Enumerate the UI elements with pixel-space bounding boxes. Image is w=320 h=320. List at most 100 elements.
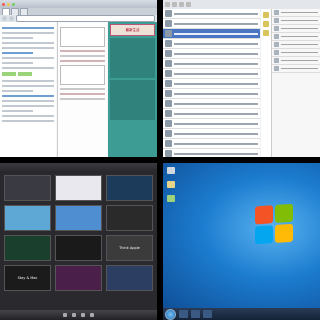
tweet-row[interactable]: [163, 99, 260, 109]
start-button[interactable]: [165, 308, 176, 320]
browser-tab[interactable]: [2, 8, 10, 15]
tweet-row[interactable]: [163, 149, 260, 157]
browser-tab[interactable]: [11, 8, 19, 15]
taskbar-app-icon[interactable]: [191, 310, 200, 318]
wallpaper-grid: Think Apple Stay & Mac: [4, 175, 153, 291]
browser-pane: 最新生活: [0, 0, 157, 157]
star-icon[interactable]: [263, 21, 269, 27]
toolbar-icon[interactable]: [72, 313, 76, 317]
picker-titlebar: [0, 163, 157, 173]
windows-logo: [255, 203, 295, 247]
info-box: [60, 65, 105, 85]
tweet-row[interactable]: [163, 109, 260, 119]
list-item[interactable]: [272, 65, 320, 73]
avatar: [165, 120, 172, 127]
avatar: [165, 110, 172, 117]
toolbar-icon[interactable]: [186, 2, 191, 7]
list-item[interactable]: [272, 49, 320, 57]
sidebar-panel: [110, 80, 155, 120]
taskbar: [163, 308, 320, 320]
tweet-row[interactable]: [163, 59, 260, 69]
list-item[interactable]: [272, 9, 320, 17]
tweet-row[interactable]: [163, 69, 260, 79]
avatar: [165, 100, 172, 107]
sidebar: 最新生活: [108, 22, 157, 157]
toolbar-icon[interactable]: [81, 313, 85, 317]
toolbar-icon[interactable]: [172, 2, 177, 7]
tweet-row[interactable]: [163, 139, 260, 149]
wallpaper-thumbnail[interactable]: Stay & Mac: [4, 265, 51, 291]
star-icon[interactable]: [263, 30, 269, 36]
list-item[interactable]: [272, 41, 320, 49]
wallpaper-thumbnail[interactable]: [4, 175, 51, 201]
timeline: [163, 9, 260, 157]
maximize-icon[interactable]: [12, 2, 15, 6]
side-icons: [261, 9, 272, 157]
wallpaper-picker-pane: Think Apple Stay & Mac: [0, 163, 157, 320]
list-item[interactable]: [272, 33, 320, 41]
info-box: [60, 27, 105, 47]
tweet-row[interactable]: [163, 9, 260, 19]
avatar: [165, 60, 172, 67]
avatar: [165, 150, 172, 157]
wallpaper-thumbnail[interactable]: [4, 205, 51, 231]
wallpaper-thumbnail[interactable]: [55, 265, 102, 291]
toolbar-icon[interactable]: [63, 313, 67, 317]
address-bar: [0, 15, 157, 22]
sidebar-panel: [110, 38, 155, 78]
tweet-row[interactable]: [163, 49, 260, 59]
taskbar-app-icon[interactable]: [179, 310, 188, 318]
windows7-desktop-pane: [163, 163, 320, 320]
wallpaper-thumbnail[interactable]: [106, 205, 153, 231]
avatar: [165, 140, 172, 147]
avatar: [165, 80, 172, 87]
close-icon[interactable]: [2, 2, 5, 6]
tweet-row[interactable]: [163, 19, 260, 29]
avatar: [165, 30, 172, 37]
wallpaper-thumbnail[interactable]: [55, 235, 102, 261]
recycle-bin-icon[interactable]: [167, 167, 175, 176]
article-column: [0, 22, 56, 157]
content-column: [57, 22, 107, 157]
wallpaper-thumbnail[interactable]: Think Apple: [106, 235, 153, 261]
browser-content: 最新生活: [0, 22, 157, 157]
tweet-row[interactable]: [163, 89, 260, 99]
browser-tab-bar: [0, 8, 157, 15]
tweet-row[interactable]: [163, 119, 260, 129]
desktop-shortcut-icon[interactable]: [167, 195, 175, 204]
browser-titlebar: [0, 0, 157, 8]
desktop-wallpaper: [163, 163, 320, 308]
avatar: [165, 10, 172, 17]
tweet-row[interactable]: [163, 79, 260, 89]
wallpaper-thumbnail[interactable]: [4, 235, 51, 261]
wallpaper-thumbnail[interactable]: [106, 175, 153, 201]
taskbar-app-icon[interactable]: [203, 310, 212, 318]
picker-toolbar: [0, 310, 157, 320]
list-item[interactable]: [272, 25, 320, 33]
wallpaper-thumbnail[interactable]: [106, 265, 153, 291]
url-field[interactable]: [16, 15, 155, 22]
toolbar-icon[interactable]: [90, 313, 94, 317]
back-icon[interactable]: [2, 16, 7, 21]
avatar: [165, 90, 172, 97]
twitter-client-pane: [163, 0, 320, 157]
side-timeline: [261, 9, 320, 157]
avatar: [165, 40, 172, 47]
tweet-row[interactable]: [163, 129, 260, 139]
wallpaper-thumbnail[interactable]: [55, 175, 102, 201]
star-icon[interactable]: [263, 12, 269, 18]
minimize-icon[interactable]: [7, 2, 10, 6]
forward-icon[interactable]: [9, 16, 14, 21]
browser-tab[interactable]: [20, 8, 28, 15]
tweet-row-selected[interactable]: [163, 29, 260, 39]
wallpaper-thumbnail[interactable]: [55, 205, 102, 231]
sidebar-ad[interactable]: 最新生活: [110, 24, 155, 36]
desktop-shortcut-icon[interactable]: [167, 181, 175, 190]
avatar: [165, 50, 172, 57]
avatar: [165, 130, 172, 137]
list-item[interactable]: [272, 57, 320, 65]
list-item[interactable]: [272, 17, 320, 25]
toolbar-icon[interactable]: [179, 2, 184, 7]
tweet-row[interactable]: [163, 39, 260, 49]
toolbar-icon[interactable]: [165, 2, 170, 7]
